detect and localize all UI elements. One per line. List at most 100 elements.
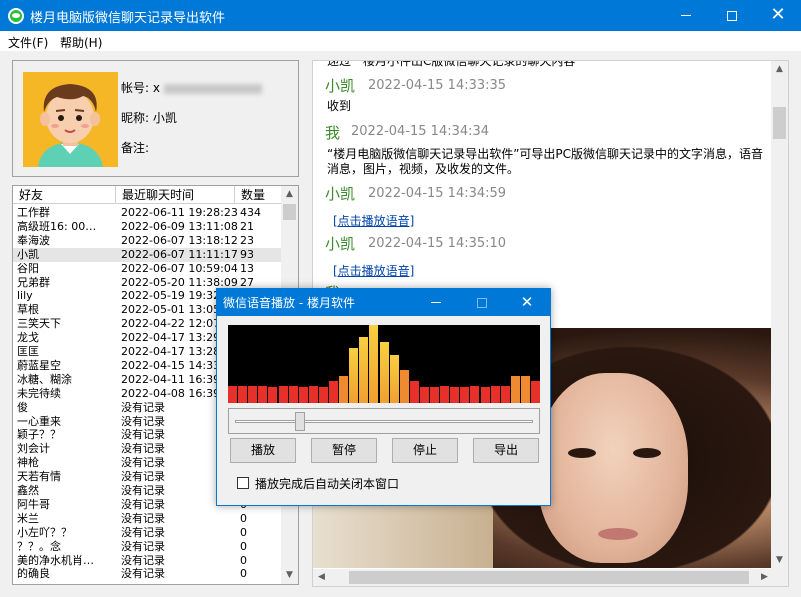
- message-time: 2022-04-15 14:33:35: [368, 78, 507, 93]
- friend-last-chat-time: 没有记录: [121, 525, 165, 539]
- friend-row[interactable]: 美的净水机肖… 没有记录 0: [13, 554, 283, 568]
- message-sender: 小凯: [325, 235, 356, 253]
- slider-knob[interactable]: [295, 412, 306, 431]
- friend-message-count: 23: [240, 233, 254, 247]
- spectrum-bar: [409, 381, 419, 403]
- friend-row[interactable]: 工作群 2022-06-11 19:28:23 434: [13, 206, 283, 220]
- friend-message-count: 434: [240, 206, 261, 219]
- stop-button[interactable]: 停止: [392, 438, 458, 463]
- close-icon: ✕: [770, 4, 786, 25]
- friend-message-count: 93: [240, 247, 254, 261]
- friends-list-header: 好友 最近聊天时间 数量: [13, 186, 283, 204]
- friend-name: 美的净水机肖…: [17, 553, 94, 567]
- account-prefix: x: [152, 81, 160, 95]
- friend-name: 冰糖、糊涂: [17, 372, 72, 386]
- message-text: 收到: [327, 99, 352, 113]
- chat-scroll-left-icon[interactable]: ◀: [313, 569, 330, 586]
- friend-name: 鑫然: [17, 484, 39, 497]
- menu-bar: 文件(F) 帮助(H): [0, 31, 801, 51]
- friend-last-chat-time: 没有记录: [121, 539, 165, 553]
- friend-name: 阿牛哥: [17, 497, 50, 511]
- chat-hscroll-thumb[interactable]: [349, 571, 749, 584]
- menu-file[interactable]: 文件(F): [8, 34, 48, 51]
- friend-name: 谷阳: [17, 261, 39, 275]
- friend-name: 米兰: [17, 511, 39, 525]
- chat-scroll-up-icon[interactable]: ▲: [771, 61, 788, 78]
- friend-last-chat-time: 2022-06-09 13:11:08: [121, 219, 238, 233]
- friend-name: ？？。念: [17, 539, 61, 553]
- playback-progress-slider[interactable]: [228, 408, 540, 434]
- dialog-title: 微信语音播放 - 楼月软件: [223, 296, 355, 310]
- friend-message-count: 0: [240, 511, 247, 525]
- friend-name: 工作群: [17, 206, 50, 219]
- friend-name: 高级班16: 00…: [17, 219, 97, 233]
- friend-last-chat-time: 2022-06-11 19:28:23: [121, 206, 238, 219]
- spectrum-bar: [228, 386, 237, 403]
- export-button[interactable]: 导出: [473, 438, 539, 463]
- friend-row[interactable]: 奉海波 2022-06-07 13:18:12 23: [13, 234, 283, 248]
- dialog-maximize-button: [459, 289, 505, 316]
- friend-name: 龙戈: [17, 331, 39, 345]
- audio-spectrum-visualizer: [228, 325, 540, 403]
- spectrum-bar: [531, 381, 540, 403]
- friend-message-count: 0: [240, 525, 247, 539]
- play-voice-link[interactable]: [点击播放语音]: [333, 212, 414, 229]
- friend-row[interactable]: 的确良 没有记录 0: [13, 567, 283, 581]
- dialog-minimize-button[interactable]: [413, 289, 459, 316]
- close-button[interactable]: ✕: [755, 0, 801, 31]
- scrollbar-corner: [771, 569, 788, 586]
- spectrum-bar: [419, 387, 429, 403]
- column-header-count[interactable]: 数量: [235, 186, 283, 204]
- pause-button[interactable]: 暂停: [311, 438, 377, 463]
- spectrum-bar: [460, 387, 470, 403]
- chat-vscroll-track: ▲ ▼: [771, 61, 788, 569]
- friend-row[interactable]: 米兰 没有记录 0: [13, 512, 283, 526]
- autoclose-label[interactable]: 播放完成后自动关闭本窗口: [255, 475, 399, 492]
- friend-last-chat-time: 没有记录: [121, 511, 165, 525]
- profile-panel: 帐号: x 昵称: 小凯 备注:: [12, 60, 299, 177]
- spectrum-bar: [268, 387, 278, 403]
- close-icon: ✕: [520, 293, 534, 311]
- friends-scroll-thumb[interactable]: [283, 204, 296, 220]
- play-button[interactable]: 播放: [230, 438, 296, 463]
- spectrum-bar: [450, 387, 460, 403]
- friend-row[interactable]: 小左吖？？ 没有记录 0: [13, 526, 283, 540]
- friend-name: 三笑天下: [17, 317, 61, 331]
- friend-message-count: 0: [240, 553, 247, 567]
- spectrum-bar: [298, 387, 308, 403]
- minimize-icon: [681, 15, 691, 16]
- chat-scroll-down-icon[interactable]: ▼: [771, 552, 788, 569]
- chat-vertical-scrollbar[interactable]: ▲ ▼: [771, 61, 788, 569]
- column-header-last-chat-time[interactable]: 最近聊天时间: [116, 186, 235, 204]
- friend-name: 蔚蓝星空: [17, 358, 61, 372]
- friend-name: 一心重来: [17, 414, 61, 428]
- chat-horizontal-scrollbar[interactable]: ◀ ▶: [313, 569, 773, 586]
- play-voice-link[interactable]: [点击播放语音]: [333, 262, 414, 279]
- column-header-friend[interactable]: 好友: [13, 186, 116, 204]
- friend-message-count: 0: [240, 567, 247, 581]
- maximize-button[interactable]: [709, 0, 755, 31]
- nickname-row: 昵称: 小凯: [121, 109, 177, 126]
- friend-last-chat-time: 没有记录: [121, 553, 165, 567]
- friend-row[interactable]: 小凯 2022-06-07 11:11:17 93: [13, 247, 283, 262]
- minimize-button[interactable]: [663, 0, 709, 31]
- spectrum-bar: [238, 386, 248, 403]
- dialog-close-button[interactable]: ✕: [504, 289, 550, 316]
- spectrum-bar: [510, 376, 520, 403]
- chat-scroll-thumb[interactable]: [773, 107, 786, 139]
- scroll-down-icon[interactable]: ▼: [281, 567, 298, 584]
- maximize-icon: [477, 297, 487, 308]
- autoclose-checkbox[interactable]: [237, 477, 249, 489]
- friend-row[interactable]: 高级班16: 00… 2022-06-09 13:11:08 21: [13, 220, 283, 234]
- spectrum-bar: [490, 386, 500, 403]
- friend-message-count: 0: [240, 539, 247, 553]
- message-sender: 小凯: [325, 77, 356, 95]
- voice-playback-dialog: 微信语音播放 - 楼月软件 ✕ 播放 暂停 停止 导出 播放完成后自动关闭本窗口: [216, 288, 551, 506]
- avatar: [23, 72, 118, 167]
- message-time: 2022-04-15 14:34:59: [368, 186, 507, 201]
- friend-row[interactable]: ？？。念 没有记录 0: [13, 540, 283, 554]
- friend-name: 未完待续: [17, 386, 61, 400]
- scroll-up-icon[interactable]: ▲: [281, 186, 298, 203]
- menu-help[interactable]: 帮助(H): [60, 34, 102, 51]
- friend-row[interactable]: 谷阳 2022-06-07 10:59:04 13: [13, 262, 283, 276]
